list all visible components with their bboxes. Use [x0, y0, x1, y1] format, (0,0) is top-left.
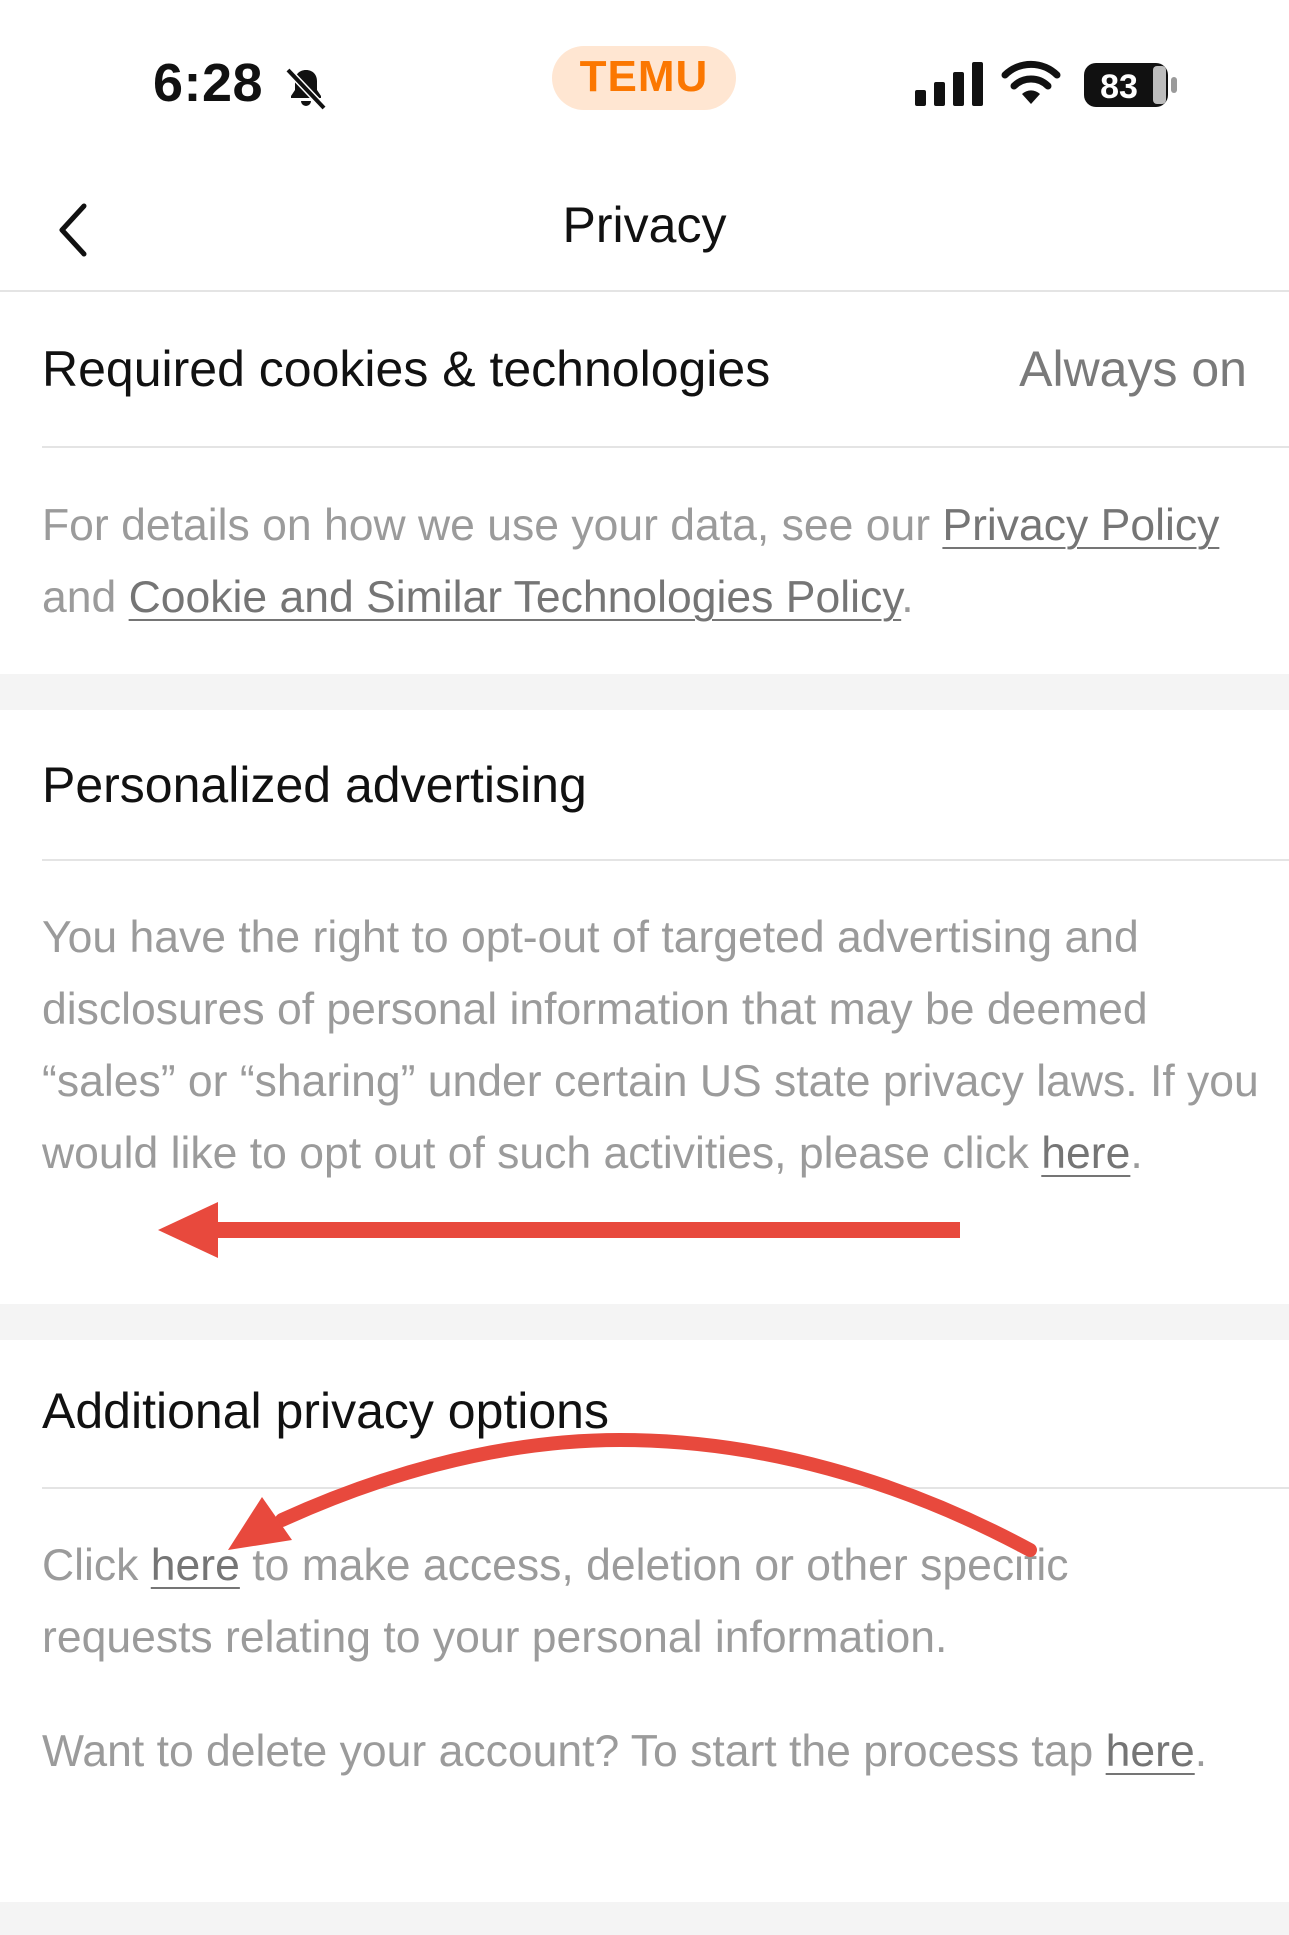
requests-text-part: Click: [42, 1541, 151, 1590]
policy-text-part: For details on how we use your data, see…: [42, 501, 943, 550]
personalized-advertising-title: Personalized advertising: [42, 757, 587, 813]
required-cookies-section: Required cookies & technologies Always o…: [0, 292, 1289, 674]
divider: [42, 1487, 1289, 1489]
delete-account-here-link[interactable]: here: [1106, 1727, 1195, 1776]
wifi-icon: [1001, 60, 1061, 104]
delete-account-text: Want to delete your account? To start th…: [42, 1716, 1222, 1788]
privacy-policy-link[interactable]: Privacy Policy: [942, 501, 1219, 550]
additional-privacy-section: Additional privacy options Click here to…: [0, 1340, 1289, 1902]
battery-level: 83: [1100, 68, 1138, 106]
additional-privacy-title: Additional privacy options: [42, 1383, 609, 1439]
policy-text: For details on how we use your data, see…: [42, 490, 1257, 634]
signal-icon: [915, 62, 983, 106]
requests-text: Click here to make access, deletion or o…: [42, 1530, 1222, 1674]
privacy-screen: 6:28 TEMU 83 Privacy Required cookies & …: [0, 0, 1289, 1935]
delete-account-text-part: .: [1194, 1727, 1208, 1776]
always-on-status: Always on: [1019, 341, 1247, 397]
bell-muted-icon: [285, 67, 327, 111]
status-bar: 6:28 TEMU 83: [0, 0, 1289, 160]
carrier-label: TEMU: [579, 52, 709, 101]
policy-text-part: .: [901, 573, 914, 622]
status-time: 6:28: [153, 53, 264, 113]
opt-out-text-part: .: [1130, 1129, 1143, 1178]
requests-here-link[interactable]: here: [151, 1541, 240, 1590]
personalized-advertising-section: Personalized advertising You have the ri…: [0, 710, 1289, 1304]
carrier-badge: TEMU: [552, 46, 736, 110]
battery-icon: 83: [1084, 63, 1177, 107]
divider: [42, 446, 1289, 448]
divider: [42, 859, 1289, 861]
page-title: Privacy: [562, 197, 727, 253]
nav-bar: Privacy: [0, 160, 1289, 292]
opt-out-text: You have the right to opt-out of targete…: [42, 902, 1272, 1190]
required-cookies-title: Required cookies & technologies: [42, 341, 771, 397]
delete-account-text-part: Want to delete your account? To start th…: [42, 1727, 1106, 1776]
policy-text-part: and: [42, 573, 129, 622]
opt-out-here-link[interactable]: here: [1041, 1129, 1130, 1178]
cookie-policy-link[interactable]: Cookie and Similar Technologies Policy: [129, 573, 902, 622]
